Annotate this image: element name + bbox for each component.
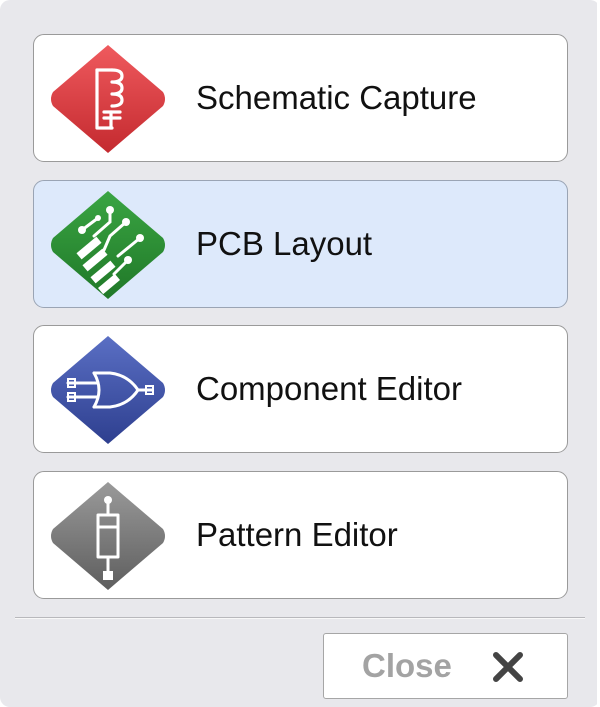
schematic-icon	[48, 42, 168, 156]
pcb-layout-label: PCB Layout	[196, 225, 373, 262]
pattern-editor-button[interactable]: Pattern Editor	[33, 471, 568, 599]
component-editor-button[interactable]: Component Editor	[33, 325, 568, 453]
close-button[interactable]: Close	[323, 633, 568, 699]
pcb-icon	[48, 188, 168, 302]
close-icon	[491, 650, 525, 684]
pattern-icon	[48, 479, 168, 593]
launcher-panel: Schematic Capture PCB Layout Component E…	[0, 0, 600, 707]
pattern-editor-label: Pattern Editor	[196, 516, 398, 553]
schematic-capture-button[interactable]: Schematic Capture	[33, 34, 568, 162]
schematic-capture-label: Schematic Capture	[196, 79, 477, 116]
component-icon	[48, 333, 168, 447]
component-editor-label: Component Editor	[196, 370, 462, 407]
footer-divider	[15, 617, 585, 619]
pcb-layout-button[interactable]: PCB Layout	[33, 180, 568, 308]
close-label: Close	[362, 647, 452, 684]
